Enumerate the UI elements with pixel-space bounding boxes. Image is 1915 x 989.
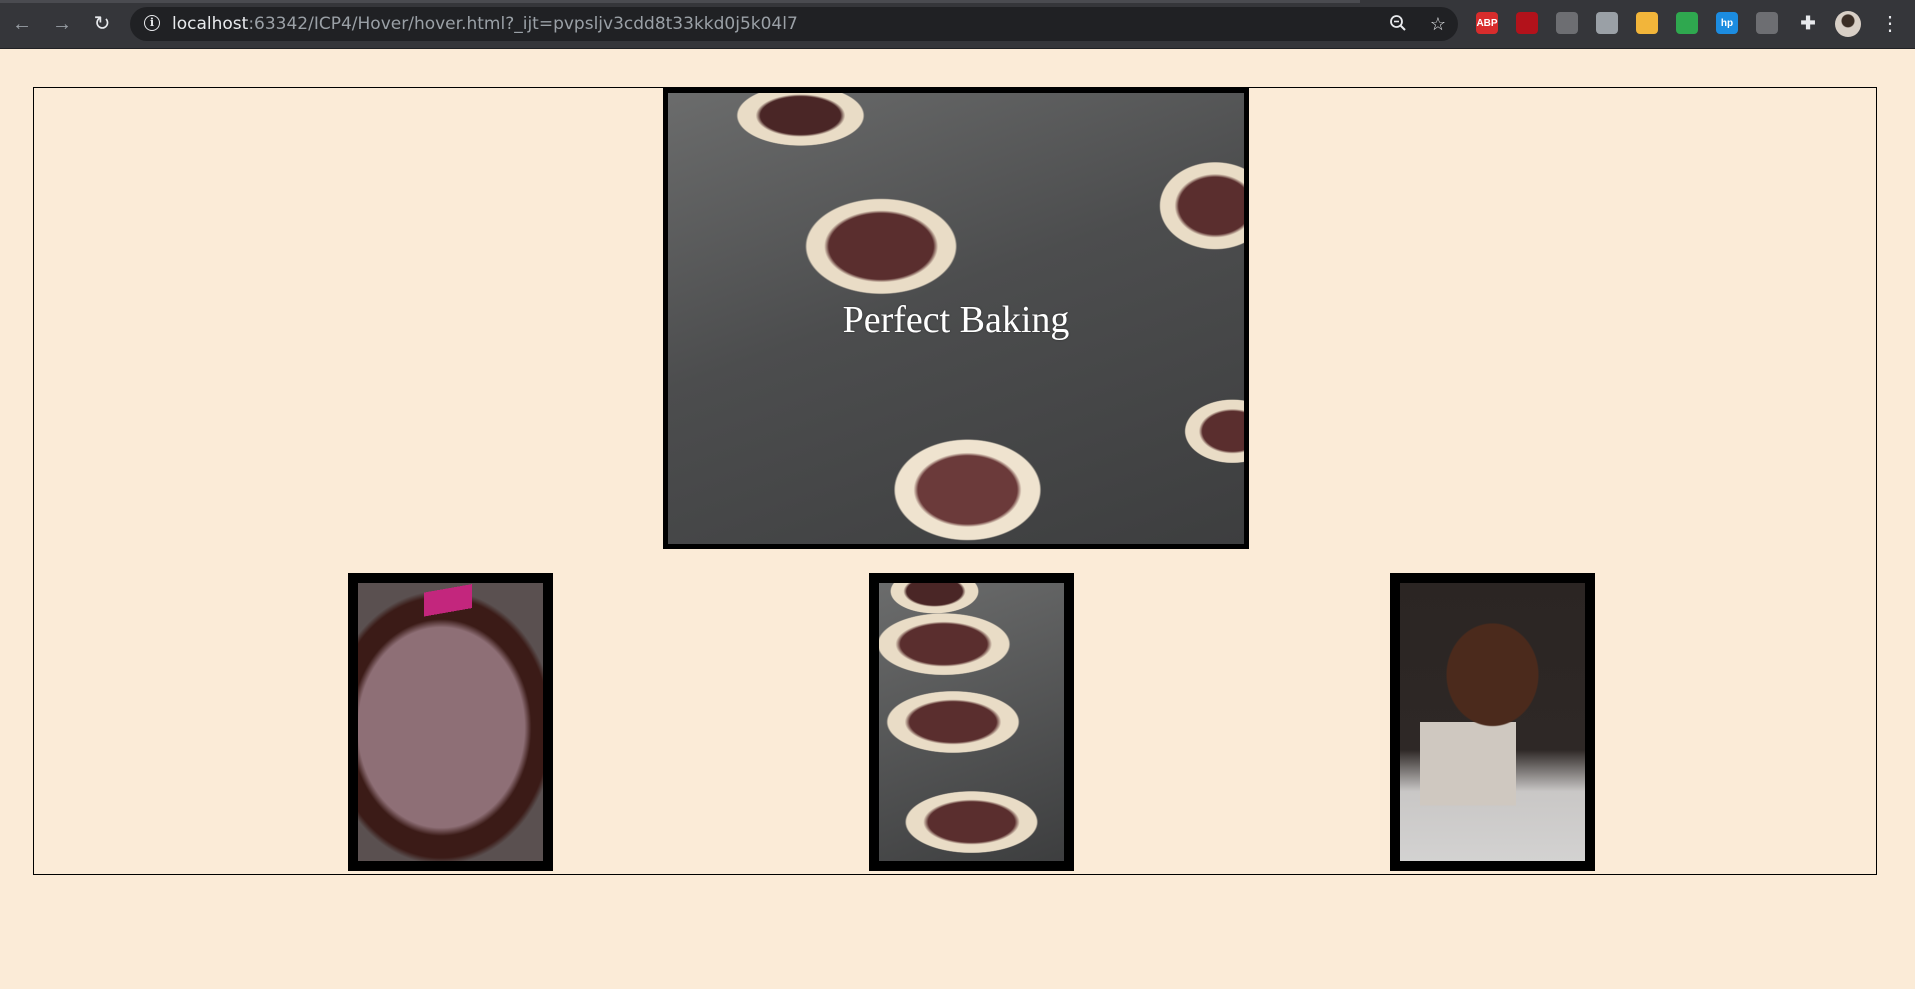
printer-ext-icon[interactable] [1556, 12, 1578, 34]
batter-bowl-image [358, 583, 543, 861]
zoom-icon[interactable] [1388, 14, 1408, 34]
profile-avatar[interactable] [1835, 11, 1861, 37]
thumbnail-frosted-cupcake[interactable] [1390, 573, 1595, 871]
adblock-plus-icon-label: ABP [1476, 17, 1498, 29]
more-menu-icon[interactable]: ⋮ [1880, 12, 1900, 36]
shield-ext-icon[interactable] [1756, 12, 1778, 34]
hero-image-frame[interactable]: Perfect Baking [663, 88, 1249, 549]
back-arrow-icon: ← [12, 13, 32, 35]
extensions-puzzle-icon[interactable]: ✚ [1797, 12, 1819, 34]
thumbnail-batter-bowl[interactable] [348, 573, 553, 871]
grid-ext-icon[interactable] [1596, 12, 1618, 34]
hand-ext-icon[interactable] [1636, 12, 1658, 34]
forward-arrow-icon: → [52, 13, 72, 35]
cupcake-tray-image [879, 583, 1064, 861]
hero-image-cupcake-tray: Perfect Baking [668, 93, 1244, 544]
address-bar[interactable]: i localhost:63342/ICP4/Hover/hover.html?… [130, 7, 1458, 41]
frosted-cupcake-image [1400, 583, 1585, 861]
color-ext-icon[interactable] [1676, 12, 1698, 34]
hero-title: Perfect Baking [842, 299, 1070, 341]
back-button[interactable]: ← [10, 12, 34, 36]
url-text[interactable]: localhost:63342/ICP4/Hover/hover.html?_i… [172, 14, 798, 34]
hp-icon-label: hp [1720, 17, 1734, 29]
reload-button[interactable]: ↻ [90, 12, 114, 36]
reload-icon: ↻ [93, 13, 111, 35]
tab-strip [0, 0, 1360, 3]
bookmark-star-icon[interactable]: ☆ [1428, 14, 1448, 34]
hp-icon[interactable]: hp [1716, 12, 1738, 34]
adblock-plus-icon[interactable]: ABP [1476, 12, 1498, 34]
site-info-icon[interactable]: i [144, 15, 160, 31]
acrobat-icon[interactable] [1516, 12, 1538, 34]
gallery-container: Perfect Baking [33, 87, 1877, 875]
thumbnail-cupcake-tray[interactable] [869, 573, 1074, 871]
forward-button[interactable]: → [50, 12, 74, 36]
browser-toolbar: ← → ↻ i localhost:63342/ICP4/Hover/hover… [0, 0, 1915, 49]
